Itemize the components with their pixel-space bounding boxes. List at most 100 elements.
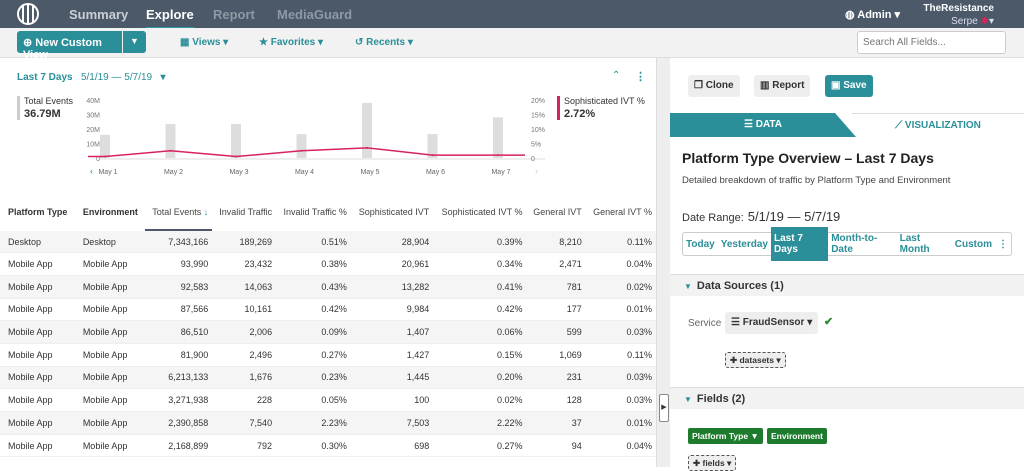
table-row[interactable]: Mobile App Mobile App 6,213,133 1,676 0.23% 1… — [0, 366, 656, 390]
service-select[interactable]: ☰ FraudSensor ▾ — [725, 312, 819, 334]
preset-last-month[interactable]: Last Month — [897, 227, 952, 261]
table-cell: 0.09% — [276, 320, 351, 344]
table-cell: 0.06% — [433, 320, 527, 344]
column-header[interactable]: General IVT % — [585, 195, 656, 231]
table-cell: 0.38% — [276, 252, 351, 276]
table-row[interactable]: Mobile App Mobile App 92,583 14,063 0.43% 13,… — [0, 275, 656, 299]
column-header[interactable]: Environment — [74, 195, 146, 231]
add-datasets-button[interactable]: ✚ datasets ▾ — [725, 352, 786, 368]
bar[interactable] — [362, 102, 372, 158]
table-cell: 0.23% — [276, 366, 351, 390]
nav-mediaguard[interactable]: MediaGuard — [277, 7, 352, 22]
table-cell: Mobile App — [74, 320, 146, 344]
column-header[interactable]: Invalid Traffic — [212, 195, 277, 231]
star-icon: ★ — [259, 37, 271, 48]
line-point[interactable] — [431, 154, 434, 157]
top-nav: Summary Explore Report MediaGuard ◍ Admi… — [0, 0, 1024, 28]
table-cell: 0.34% — [433, 252, 527, 276]
line-point[interactable] — [235, 155, 237, 158]
panel-toggle-button[interactable]: ▶ — [659, 394, 669, 422]
line-point[interactable] — [300, 149, 303, 152]
column-header[interactable]: Sophisticated IVT % — [433, 195, 527, 231]
new-view-dropdown-button[interactable]: ▼ — [123, 31, 146, 53]
table-cell: 37 — [526, 411, 586, 435]
table-cell: 87,566 — [145, 298, 213, 322]
more-vertical-icon[interactable]: ⋮ — [635, 70, 646, 83]
bar[interactable] — [100, 134, 110, 158]
left-tick-label: 10M — [86, 142, 100, 149]
preset-today[interactable]: Today — [683, 233, 718, 256]
search-input[interactable] — [857, 31, 1006, 54]
column-header[interactable]: Sophisticated IVT — [350, 195, 434, 231]
table-row[interactable]: Mobile App Mobile App 3,271,938 228 0.05% 100… — [0, 388, 656, 412]
table-row[interactable]: Mobile App Mobile App 81,900 2,496 0.27% 1,42… — [0, 343, 656, 367]
save-button[interactable]: ▣ Save — [825, 75, 873, 97]
data-sources-header[interactable]: ▼ Data Sources (1) — [670, 274, 1024, 296]
preset-last-7-days[interactable]: Last 7 Days — [770, 227, 829, 261]
new-custom-view-button[interactable]: ⊕ New Custom View — [17, 31, 122, 61]
column-header[interactable]: Platform Type — [0, 195, 75, 231]
table-row[interactable]: Desktop Desktop 7,343,166 189,269 0.51% 28,90… — [0, 230, 656, 254]
bar[interactable] — [493, 117, 503, 158]
floppy-icon: ▣ — [831, 80, 844, 91]
table-row[interactable]: Mobile App Mobile App 2,168,899 792 0.30% 698… — [0, 434, 656, 458]
nav-explore[interactable]: Explore — [146, 7, 194, 28]
clone-button[interactable]: ❐ Clone — [688, 75, 740, 97]
table-row[interactable]: Mobile App Mobile App 2,390,858 7,540 2.23% 7… — [0, 411, 656, 435]
column-header[interactable]: Total Events ↓ — [145, 195, 213, 231]
copy-icon: ❐ — [694, 80, 706, 91]
report-button[interactable]: ▥ Report — [754, 75, 811, 97]
fields-header[interactable]: ▼ Fields (2) — [670, 387, 1024, 409]
table-cell: 698 — [350, 434, 434, 458]
date-selector[interactable]: Last 7 Days 5/1/19 — 5/7/19 ▾ — [17, 72, 165, 83]
column-header[interactable]: General IVT — [526, 195, 586, 231]
admin-menu[interactable]: ◍ Admin ▾ — [845, 8, 900, 21]
add-fields-button[interactable]: ✚ fields ▾ — [688, 455, 737, 471]
bar[interactable] — [296, 134, 307, 158]
x-tick-label: May 7 — [491, 169, 510, 176]
events-chart: 010M20M30M40M05%10%15%20%May 1 May 2 May 3… — [86, 98, 545, 176]
org-menu[interactable]: TheResistance Serpe ✱▾ — [923, 3, 994, 27]
table-cell: 0.39% — [433, 230, 527, 254]
tab-data[interactable]: ☰ DATA — [670, 113, 856, 137]
preset-yesterday[interactable]: Yesterday — [718, 233, 771, 256]
more-presets-icon[interactable]: ⋮ — [995, 233, 1011, 256]
query-panel: ❐ Clone ▥ Report ▣ Save ☰ DATA ⟋ VISUALI… — [670, 58, 1024, 471]
nav-report[interactable]: Report — [213, 7, 255, 22]
table-cell: Mobile App — [0, 366, 75, 390]
right-tick-label: 0 — [531, 156, 535, 163]
table-cell: 228 — [212, 388, 277, 412]
sort-desc-icon[interactable]: ↓ — [201, 207, 209, 217]
bar[interactable] — [231, 123, 241, 158]
table-cell: Mobile App — [0, 388, 75, 412]
table-cell: Desktop — [74, 230, 146, 254]
table-cell: Mobile App — [74, 343, 146, 367]
field-chip-platform-type[interactable]: Platform Type ▼ — [688, 428, 763, 444]
chart-prev-icon[interactable]: ‹ — [90, 166, 93, 176]
chart-next-icon[interactable]: › — [535, 166, 538, 176]
line-point[interactable] — [169, 149, 172, 152]
preset-custom[interactable]: Custom — [952, 233, 995, 256]
views-menu[interactable]: ▦ Views ▾ — [180, 37, 228, 48]
nav-summary[interactable]: Summary — [69, 7, 128, 22]
logo-icon[interactable] — [17, 3, 39, 25]
line-point[interactable] — [366, 146, 368, 149]
tab-visualization[interactable]: ⟋ VISUALIZATION — [852, 113, 1024, 137]
recents-menu[interactable]: ↺ Recents ▾ — [355, 37, 413, 48]
date-range: Date Range: 5/1/19 — 5/7/19 — [682, 209, 841, 224]
table-row[interactable]: Mobile App Mobile App 87,566 10,161 0.42% 9,9… — [0, 298, 656, 322]
favorites-menu[interactable]: ★ Favorites ▾ — [259, 37, 323, 48]
preset-month-to-date[interactable]: Month-to-Date — [828, 227, 896, 261]
left-tick-label: 20M — [86, 127, 100, 134]
table-row[interactable]: Mobile App Mobile App 93,990 23,432 0.38% 20,… — [0, 252, 656, 276]
column-header[interactable]: Invalid Traffic % — [276, 195, 351, 231]
table-cell: 2,390,858 — [145, 411, 213, 435]
table-cell: Mobile App — [0, 298, 75, 322]
line-point[interactable] — [104, 155, 106, 158]
table-row[interactable]: Mobile App Mobile App 86,510 2,006 0.09% 1,40… — [0, 320, 656, 344]
line-point[interactable] — [497, 154, 499, 157]
right-tick-label: 15% — [531, 113, 545, 120]
bar[interactable] — [165, 123, 176, 158]
collapse-icon[interactable]: ⌃ — [612, 70, 620, 81]
field-chip-environment[interactable]: Environment — [767, 428, 827, 444]
